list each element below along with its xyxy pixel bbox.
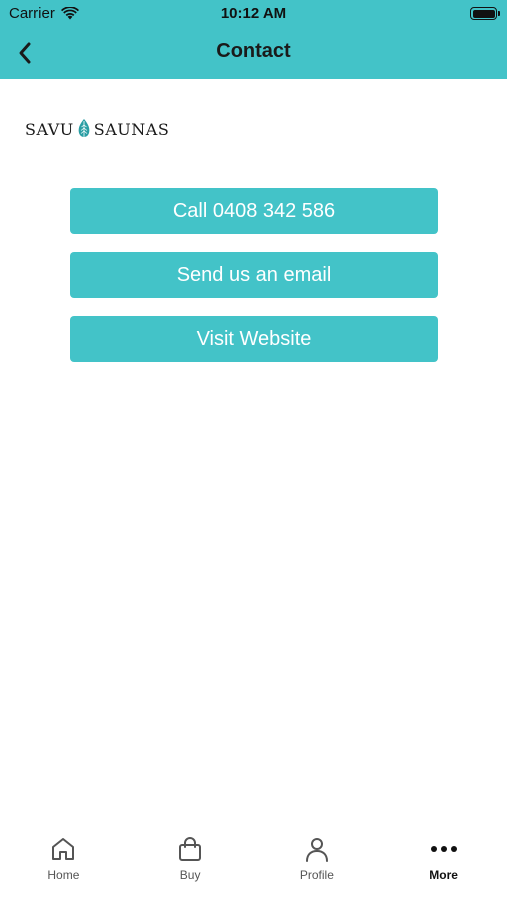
tab-buy[interactable]: Buy (127, 828, 254, 900)
logo-text-right: SAUNAS (93, 119, 170, 139)
shopping-bag-icon (175, 834, 205, 864)
tab-bar: Home Buy Profile More (0, 828, 507, 900)
tab-profile[interactable]: Profile (254, 828, 381, 900)
page-title: Contact (216, 40, 291, 62)
leaf-icon (78, 119, 90, 139)
email-button[interactable]: Send us an email (70, 252, 438, 298)
visit-website-button[interactable]: Visit Website (70, 316, 438, 362)
tab-more[interactable]: More (380, 828, 507, 900)
savu-saunas-logo: SAVU SAUNAS (25, 119, 169, 139)
battery-level (472, 9, 495, 18)
more-dots-icon (429, 834, 459, 864)
home-icon (48, 834, 78, 864)
person-icon (302, 834, 332, 864)
tab-profile-label: Profile (299, 868, 334, 882)
header-bar: Carrier 10:12 AM Contact (0, 0, 507, 79)
status-bar: Carrier 10:12 AM (0, 0, 507, 28)
tab-home[interactable]: Home (0, 828, 127, 900)
status-time: 10:12 AM (220, 5, 287, 22)
tab-more-label: More (429, 868, 458, 882)
tab-buy-label: Buy (179, 868, 201, 882)
call-button[interactable]: Call 0408 342 586 (70, 188, 438, 234)
tab-home-label: Home (47, 868, 80, 882)
logo-text-left: SAVU (25, 119, 74, 139)
battery-icon (470, 7, 500, 20)
contact-actions: Call 0408 342 586 Send us an email Visit… (70, 188, 438, 380)
